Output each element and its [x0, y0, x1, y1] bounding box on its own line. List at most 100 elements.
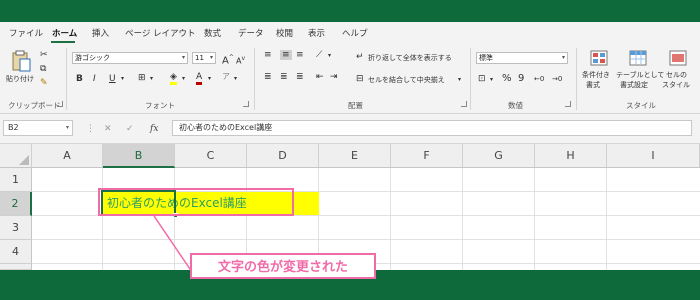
- column-header-d[interactable]: D: [247, 144, 319, 168]
- row-header-3[interactable]: 3: [0, 216, 32, 240]
- group-separator: [470, 48, 471, 110]
- format-as-table-button[interactable]: テーブルとして 書式設定: [616, 48, 664, 96]
- chevron-down-icon[interactable]: ▾: [328, 51, 331, 61]
- align-left-icon[interactable]: ≣: [264, 72, 272, 82]
- conditional-formatting-label-1: 条件付き: [582, 71, 610, 79]
- currency-icon[interactable]: ⊡: [478, 74, 486, 84]
- column-header-c[interactable]: C: [175, 144, 247, 168]
- decrease-decimal-icon[interactable]: →0: [552, 74, 562, 84]
- merge-icon: ⊟: [356, 74, 364, 84]
- column-header-h[interactable]: H: [535, 144, 607, 168]
- number-launcher-icon[interactable]: [565, 101, 571, 107]
- tab-review[interactable]: 校閲: [276, 27, 293, 39]
- cell-styles-button[interactable]: セルの スタイル: [662, 48, 696, 96]
- paste-button[interactable]: 貼り付け: [6, 50, 34, 88]
- row-header-1[interactable]: 1: [0, 168, 32, 192]
- font-size-combo[interactable]: 11 ▾: [192, 52, 216, 64]
- number-format-value: 標準: [479, 54, 493, 62]
- orientation-icon[interactable]: ⟋: [316, 50, 322, 60]
- merge-center-label: セルを結合して中央揃え: [368, 76, 445, 84]
- fill-color-icon[interactable]: ◈: [170, 72, 177, 85]
- select-all-corner[interactable]: [0, 144, 32, 168]
- gridline: [462, 168, 463, 270]
- grow-font-button[interactable]: A^: [222, 53, 234, 66]
- formula-input[interactable]: 初心者のためのExcel講座: [172, 120, 692, 136]
- cut-icon[interactable]: ✂: [40, 50, 48, 60]
- comma-button[interactable]: 9: [518, 74, 524, 84]
- tab-page-layout[interactable]: ページ レイアウト: [125, 27, 196, 39]
- row-header-2[interactable]: 2: [0, 192, 32, 216]
- paste-label: 貼り付け: [6, 75, 34, 83]
- group-separator: [66, 48, 67, 110]
- format-as-table-icon: [629, 50, 647, 66]
- wrap-text-icon: ↵: [356, 52, 364, 62]
- decrease-indent-icon[interactable]: ⇤: [316, 72, 324, 82]
- ribbon-tab-bar: ファイル ホーム 挿入 ページ レイアウト 数式 データ 校閲 表示 ヘルプ: [0, 22, 700, 44]
- underline-button[interactable]: U: [109, 74, 116, 84]
- format-painter-icon[interactable]: ✎: [40, 78, 48, 88]
- gridline: [32, 239, 700, 240]
- tab-file[interactable]: ファイル: [9, 27, 43, 39]
- chevron-down-icon[interactable]: ▾: [121, 74, 124, 84]
- column-header-e[interactable]: E: [319, 144, 391, 168]
- tab-home[interactable]: ホーム: [52, 27, 77, 39]
- column-header-g[interactable]: G: [463, 144, 535, 168]
- conditional-formatting-button[interactable]: 条件付き 書式: [582, 48, 616, 96]
- column-header-b[interactable]: B: [103, 144, 175, 168]
- number-format-combo[interactable]: 標準 ▾: [476, 52, 568, 64]
- cancel-button[interactable]: ✕: [104, 124, 112, 134]
- alignment-launcher-icon[interactable]: [461, 101, 467, 107]
- formula-bar: B2 ▾ ⋮ ✕ ✓ fx 初心者のためのExcel講座: [0, 114, 700, 144]
- format-as-table-label-1: テーブルとして: [616, 71, 665, 79]
- tab-help[interactable]: ヘルプ: [342, 27, 368, 39]
- worksheet-grid[interactable]: A B C D E F G H I 1 2 3 4 初心者のためのExcel講座: [0, 144, 700, 273]
- phonetic-icon[interactable]: ア: [222, 72, 230, 82]
- font-name-combo[interactable]: 游ゴシック ▾: [72, 52, 188, 64]
- clipboard-launcher-icon[interactable]: [57, 101, 63, 107]
- align-right-icon[interactable]: ≣: [296, 72, 304, 82]
- tab-formulas[interactable]: 数式: [204, 27, 221, 39]
- tab-view[interactable]: 表示: [308, 27, 325, 39]
- font-launcher-icon[interactable]: [243, 101, 249, 107]
- font-color-button[interactable]: A: [196, 72, 203, 85]
- chevron-down-icon[interactable]: ▾: [490, 75, 493, 85]
- tab-insert[interactable]: 挿入: [92, 27, 109, 39]
- name-box[interactable]: B2 ▾: [3, 120, 73, 136]
- enter-button[interactable]: ✓: [126, 124, 134, 134]
- column-header-i[interactable]: I: [607, 144, 700, 168]
- shrink-font-button[interactable]: Av: [236, 54, 245, 67]
- borders-icon[interactable]: ⊞: [138, 73, 146, 83]
- styles-group-label: スタイル: [626, 101, 656, 110]
- increase-indent-icon[interactable]: ⇥: [330, 72, 338, 82]
- annotation-highlight-box: [98, 188, 294, 216]
- gridline: [534, 168, 535, 270]
- insert-function-button[interactable]: fx: [150, 124, 158, 134]
- more-options-icon[interactable]: ⋮: [86, 124, 95, 134]
- chevron-down-icon[interactable]: ▾: [234, 74, 237, 84]
- annotation-callout: 文字の色が変更された: [190, 253, 376, 279]
- chevron-down-icon[interactable]: ▾: [182, 74, 185, 84]
- select-all-icon: [19, 155, 29, 165]
- font-group-label: フォント: [145, 101, 175, 110]
- align-middle-icon[interactable]: ≡: [280, 50, 292, 60]
- column-header-f[interactable]: F: [391, 144, 463, 168]
- chevron-down-icon[interactable]: ▾: [208, 74, 211, 84]
- italic-button[interactable]: I: [93, 74, 96, 84]
- annotation-text: 文字の色が変更された: [217, 260, 348, 275]
- copy-icon[interactable]: ⧉: [40, 64, 46, 74]
- percent-button[interactable]: %: [502, 74, 512, 84]
- gridline: [102, 168, 103, 270]
- increase-decimal-icon[interactable]: ←0: [534, 74, 544, 84]
- align-center-icon[interactable]: ≣: [280, 72, 288, 82]
- align-top-icon[interactable]: ≡: [264, 50, 272, 60]
- bold-button[interactable]: B: [76, 74, 83, 84]
- column-header-a[interactable]: A: [32, 144, 103, 168]
- row-header-4[interactable]: 4: [0, 240, 32, 264]
- wrap-text-label: 折り返して全体を表示する: [368, 54, 452, 62]
- align-bottom-icon[interactable]: ≡: [296, 50, 304, 60]
- chevron-down-icon[interactable]: ▾: [150, 74, 153, 84]
- gridline: [390, 168, 391, 270]
- alignment-group-label: 配置: [348, 101, 363, 110]
- tab-data[interactable]: データ: [238, 27, 264, 39]
- chevron-down-icon: ▾: [561, 54, 565, 61]
